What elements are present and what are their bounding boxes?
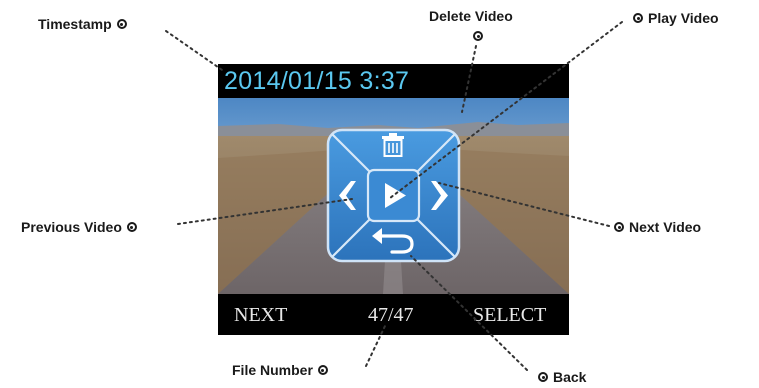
- callout-delete-video: Delete Video: [429, 8, 513, 24]
- delete-video-button[interactable]: [368, 130, 419, 170]
- callout-next-video: Next Video: [614, 219, 701, 235]
- screen-timestamp: 2014/01/15 3:37: [224, 67, 410, 95]
- file-number: 47/47: [368, 304, 414, 326]
- callout-label: Delete Video: [429, 8, 513, 24]
- next-video-button[interactable]: [419, 170, 459, 221]
- callout-timestamp: Timestamp: [38, 16, 127, 32]
- device-screen: 2014/01/15 3:37 NEXT 47/47 SELECT: [218, 64, 569, 335]
- callout-bullet-icon: [538, 372, 548, 382]
- callout-play-video: Play Video: [633, 10, 719, 26]
- back-button[interactable]: [368, 221, 419, 261]
- callout-label: Next Video: [629, 219, 702, 235]
- callout-label: Timestamp: [38, 16, 112, 32]
- callout-back: Back: [538, 369, 586, 385]
- callout-label: Previous Video: [21, 219, 122, 235]
- callout-bullet-icon: [126, 222, 137, 232]
- play-video-button[interactable]: [368, 170, 419, 221]
- leader-timestamp: [165, 30, 226, 73]
- callout-label: Back: [553, 369, 587, 385]
- callout-bullet-icon: [116, 19, 127, 29]
- callout-label: File Number: [232, 362, 313, 378]
- callout-bullet-icon: [614, 222, 624, 232]
- callout-file-number: File Number: [232, 362, 328, 378]
- callout-bullet-icon: [633, 13, 643, 23]
- callout-bullet-icon: [317, 365, 328, 375]
- softkey-bar: NEXT 47/47 SELECT: [218, 294, 569, 335]
- callout-bullet-icon: [473, 31, 483, 41]
- previous-video-button[interactable]: [328, 170, 368, 221]
- callout-previous-video: Previous Video: [21, 219, 137, 235]
- callout-label: Play Video: [648, 10, 719, 26]
- softkey-next[interactable]: NEXT: [234, 303, 287, 327]
- softkey-select[interactable]: SELECT: [473, 303, 546, 327]
